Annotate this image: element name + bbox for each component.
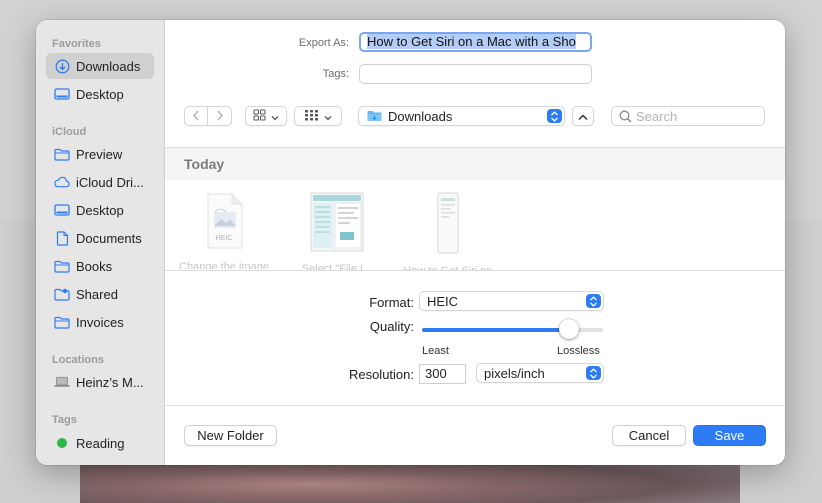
phone-screenshot-thumbnail-icon xyxy=(437,192,459,254)
grid-view-icon xyxy=(253,109,266,124)
sidebar-item-label: Documents xyxy=(76,230,142,246)
resolution-label: Resolution: xyxy=(348,367,414,382)
sidebar-item-label: Reading xyxy=(76,435,125,451)
sidebar-item-label: Heinz’s M... xyxy=(76,374,144,390)
group-view-button[interactable] xyxy=(294,106,342,126)
folder-icon xyxy=(54,146,70,162)
location-label: Downloads xyxy=(388,108,453,124)
resolution-unit-value: pixels/inch xyxy=(484,365,545,381)
file-item[interactable]: HEIC Change the image xyxy=(174,192,274,269)
file-name: Change the image xyxy=(179,261,269,269)
resolution-field[interactable]: 300 xyxy=(419,364,466,384)
quality-slider-knob[interactable] xyxy=(558,319,579,339)
export-as-value: How to Get Siri on a Mac with a Sho xyxy=(367,34,576,49)
cloud-icon xyxy=(54,174,70,190)
sidebar-item-desktop[interactable]: Desktop xyxy=(46,81,154,107)
resolution-unit-popup[interactable]: pixels/inch xyxy=(476,363,604,383)
grouped-grid-icon xyxy=(304,109,319,124)
file-item[interactable]: How to Get Siri on xyxy=(398,192,498,270)
back-button[interactable] xyxy=(184,106,208,126)
file-group-header: Today xyxy=(165,147,785,181)
desktop-icon xyxy=(54,86,70,102)
file-name: How to Get Siri on xyxy=(398,260,498,270)
main-panel: Export As: How to Get Siri on a Mac with… xyxy=(165,20,785,465)
quality-slider-fill xyxy=(422,328,569,332)
sidebar-item-label: Desktop xyxy=(76,202,124,218)
chevron-down-icon xyxy=(324,109,332,124)
sidebar-item-label: iCloud Dri... xyxy=(76,174,144,190)
file-name: Select "File I... xyxy=(301,263,373,270)
document-icon xyxy=(54,230,70,246)
sidebar: Favorites Downloads Desktop iCloud Previ… xyxy=(36,20,165,465)
sidebar-item-label: Invoices xyxy=(76,314,124,330)
folder-icon xyxy=(54,258,70,274)
save-dialog: Favorites Downloads Desktop iCloud Previ… xyxy=(36,20,785,465)
export-as-label: Export As: xyxy=(298,37,349,49)
format-label: Format: xyxy=(369,295,414,310)
sidebar-item-label: Downloads xyxy=(76,58,141,74)
forward-button[interactable] xyxy=(208,106,232,126)
export-as-field[interactable]: How to Get Siri on a Mac with a Sho xyxy=(359,32,592,52)
new-folder-button[interactable]: New Folder xyxy=(184,425,277,446)
quality-label: Quality: xyxy=(369,319,414,334)
chevron-left-icon xyxy=(192,109,200,124)
group-title: Today xyxy=(184,156,225,172)
save-button[interactable]: Save xyxy=(693,425,766,446)
folder-icon xyxy=(54,314,70,330)
collapse-button[interactable] xyxy=(572,106,594,126)
cancel-button[interactable]: Cancel xyxy=(612,425,686,446)
up-down-stepper-icon xyxy=(586,366,601,380)
tags-label: Tags: xyxy=(322,68,349,80)
file-badge: HEIC xyxy=(215,235,233,242)
sidebar-section-locations: Locations xyxy=(52,354,104,366)
sidebar-item-documents[interactable]: Documents xyxy=(46,225,154,251)
sidebar-item-label: Shared xyxy=(76,286,118,302)
tags-field[interactable] xyxy=(359,64,592,84)
chevron-down-icon xyxy=(271,109,279,124)
sidebar-item-tag-reading[interactable]: Reading xyxy=(46,430,154,456)
sidebar-item-invoices[interactable]: Invoices xyxy=(46,309,154,335)
sidebar-item-preview[interactable]: Preview xyxy=(46,141,154,167)
sidebar-item-macbook[interactable]: Heinz’s M... xyxy=(46,369,154,395)
sidebar-item-label: Preview xyxy=(76,146,123,162)
laptop-icon xyxy=(54,374,70,390)
divider xyxy=(165,270,785,271)
file-browser: HEIC Change the image Select "File I... xyxy=(165,180,785,270)
sidebar-item-icloud-desktop[interactable]: Desktop xyxy=(46,197,154,223)
footer-divider xyxy=(165,405,785,406)
sidebar-item-books[interactable]: Books xyxy=(46,253,154,279)
sidebar-item-label: Desktop xyxy=(76,86,124,102)
screenshot-thumbnail-icon xyxy=(310,192,364,252)
format-value: HEIC xyxy=(427,293,459,309)
search-icon xyxy=(619,110,632,123)
chevron-right-icon xyxy=(216,109,224,124)
sidebar-section-icloud: iCloud xyxy=(52,126,87,138)
search-placeholder: Search xyxy=(636,108,678,124)
chevron-up-icon xyxy=(578,109,588,124)
file-item[interactable]: Select "File I... xyxy=(287,192,387,270)
sidebar-item-downloads[interactable]: Downloads xyxy=(46,53,154,79)
sidebar-section-favorites: Favorites xyxy=(52,38,101,50)
quality-min-label: Least xyxy=(422,345,449,357)
shared-folder-icon xyxy=(54,286,70,302)
up-down-stepper-icon xyxy=(547,109,562,123)
location-popup[interactable]: Downloads xyxy=(358,106,565,126)
desktop-icon xyxy=(54,202,70,218)
format-popup[interactable]: HEIC xyxy=(419,291,604,311)
sidebar-item-label: Books xyxy=(76,258,113,274)
search-field[interactable]: Search xyxy=(611,106,765,126)
quality-max-label: Lossless xyxy=(557,345,600,357)
heic-file-icon: HEIC xyxy=(204,192,244,250)
sidebar-item-shared[interactable]: Shared xyxy=(46,281,154,307)
sidebar-item-icloud-drive[interactable]: iCloud Dri... xyxy=(46,169,154,195)
downloads-folder-icon xyxy=(367,110,382,122)
downloads-icon xyxy=(54,58,70,74)
green-tag-dot-icon xyxy=(54,435,70,451)
icon-view-button[interactable] xyxy=(245,106,287,126)
sidebar-section-tags: Tags xyxy=(52,414,77,426)
up-down-stepper-icon xyxy=(586,294,601,308)
